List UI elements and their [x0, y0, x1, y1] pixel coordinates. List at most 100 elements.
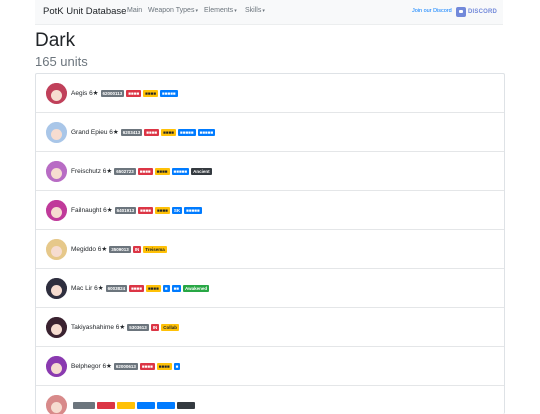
unit-tag-badge[interactable]: ■	[163, 285, 170, 292]
avatar-face	[51, 246, 62, 257]
unit-id-badge[interactable]: 62000613	[114, 363, 138, 370]
unit-id-badge[interactable]: 6203413	[121, 129, 143, 136]
unit-tag-badge[interactable]: ■■■■	[126, 90, 141, 97]
unit-tag-badge[interactable]: ■■■■	[155, 207, 170, 214]
unit-name-link[interactable]: Mac Lir 6★	[71, 284, 104, 292]
unit-id-badge[interactable]: 3509013	[109, 246, 131, 253]
discord-link[interactable]: DISCORD	[456, 6, 497, 17]
nav-skills-dropdown[interactable]: Skills▾	[245, 7, 265, 14]
unit-tag-badge[interactable]: ■■■■	[129, 285, 144, 292]
avatar-face	[51, 207, 62, 218]
unit-list-item[interactable]: Failnaught 6★6401913■■■■■■■■SK■■■■■	[36, 191, 504, 230]
unit-list-item[interactable]: Takiyashahime 6★5303613INCollab	[36, 308, 504, 347]
unit-tag-badge[interactable]: Ancient	[191, 168, 212, 175]
unit-id-badge[interactable]: 6003824	[106, 285, 128, 292]
unit-avatar[interactable]	[46, 122, 67, 143]
unit-list-item[interactable]: Aegis 6★62000113■■■■■■■■■■■■■	[36, 74, 504, 113]
unit-name-link[interactable]: Belphegor 6★	[71, 362, 112, 370]
unit-list-item[interactable]: Mac Lir 6★6003824■■■■■■■■■■■Awakened	[36, 269, 504, 308]
unit-badges: 6502723■■■■■■■■■■■■■Ancient	[112, 168, 211, 175]
unit-badges: 6203413■■■■■■■■■■■■■■■■■■	[119, 129, 215, 136]
unit-tag-badge[interactable]	[117, 402, 135, 409]
unit-tag-badge[interactable]: Awakened	[183, 285, 209, 292]
unit-list-item[interactable]: Grand Epieu 6★6203413■■■■■■■■■■■■■■■■■■	[36, 113, 504, 152]
join-discord-text[interactable]: Join our Discord	[412, 8, 452, 14]
unit-badges: 62000613■■■■■■■■■	[112, 363, 181, 370]
nav-elements-dropdown[interactable]: Elements▾	[204, 7, 237, 14]
unit-tag-badge[interactable]: IN	[151, 324, 160, 331]
unit-id-badge[interactable]: 62000113	[101, 90, 125, 97]
avatar-face	[51, 324, 62, 335]
unit-tag-badge[interactable]: ■■■■■	[178, 129, 196, 136]
unit-badges: 6401913■■■■■■■■SK■■■■■	[113, 207, 202, 214]
unit-list-item[interactable]: Megiddo 6★3509013INTreisema	[36, 230, 504, 269]
avatar-face	[51, 129, 62, 140]
nav-main-link[interactable]: Main	[127, 7, 142, 14]
unit-avatar[interactable]	[46, 278, 67, 299]
discord-icon	[456, 7, 466, 17]
unit-tag-badge[interactable]: ■■■■	[146, 285, 161, 292]
unit-name-link[interactable]: Megiddo 6★	[71, 245, 107, 253]
unit-tag-badge[interactable]: ■■■■■	[172, 168, 190, 175]
avatar-face	[51, 363, 62, 374]
unit-tag-badge[interactable]: ■■■■	[143, 90, 158, 97]
unit-tag-badge[interactable]: ■■■■	[161, 129, 176, 136]
unit-avatar[interactable]	[46, 239, 67, 260]
unit-tag-badge[interactable]: ■■■■	[144, 129, 159, 136]
page-title: Dark	[35, 30, 75, 52]
unit-tag-badge[interactable]: ■■■■	[157, 363, 172, 370]
unit-tag-badge[interactable]: ■■■■■	[160, 90, 178, 97]
top-navbar: PotK Unit Database Main Weapon Types▾ El…	[35, 0, 503, 25]
brand-link[interactable]: PotK Unit Database	[43, 6, 126, 17]
chevron-down-icon: ▾	[195, 8, 198, 14]
unit-avatar[interactable]	[46, 395, 67, 414]
unit-tag-badge[interactable]	[137, 402, 155, 409]
unit-badges: 5303613INCollab	[125, 324, 179, 331]
unit-name-link[interactable]: Takiyashahime 6★	[71, 323, 125, 331]
unit-tag-badge[interactable]: ■■■■■	[198, 129, 216, 136]
unit-badges: 6003824■■■■■■■■■■■Awakened	[104, 285, 210, 292]
unit-name-link[interactable]: Aegis 6★	[71, 89, 99, 97]
unit-tag-badge[interactable]: ■■■■	[140, 363, 155, 370]
avatar-face	[51, 285, 62, 296]
unit-tag-badge[interactable]: IN	[133, 246, 142, 253]
unit-tag-badge[interactable]: Treisema	[143, 246, 167, 253]
unit-tag-badge[interactable]: ■	[174, 363, 181, 370]
unit-avatar[interactable]	[46, 161, 67, 182]
unit-name-link[interactable]: Freischutz 6★	[71, 167, 112, 175]
unit-avatar[interactable]	[46, 200, 67, 221]
unit-tag-badge[interactable]: ■■■■■	[184, 207, 202, 214]
unit-name-link[interactable]: Failnaught 6★	[71, 206, 113, 214]
unit-id-badge[interactable]: 6401913	[115, 207, 137, 214]
unit-tag-badge[interactable]: ■■	[172, 285, 181, 292]
unit-tag-badge[interactable]: Collab	[161, 324, 179, 331]
unit-tag-badge[interactable]: ■■■■	[138, 168, 153, 175]
unit-avatar[interactable]	[46, 356, 67, 377]
chevron-down-icon: ▾	[234, 8, 237, 14]
unit-list-item[interactable]: Belphegor 6★62000613■■■■■■■■■	[36, 347, 504, 386]
unit-id-badge[interactable]	[73, 402, 95, 409]
unit-list-item[interactable]	[36, 386, 504, 414]
nav-weapon-types-dropdown[interactable]: Weapon Types▾	[148, 7, 198, 14]
unit-tag-badge[interactable]	[177, 402, 195, 409]
unit-name-link[interactable]: Grand Epieu 6★	[71, 128, 119, 136]
avatar-face	[51, 402, 62, 413]
nav-elements-label: Elements	[204, 7, 233, 14]
avatar-face	[51, 168, 62, 179]
unit-id-badge[interactable]: 6502723	[114, 168, 136, 175]
unit-tag-badge[interactable]	[97, 402, 115, 409]
unit-count: 165 units	[35, 54, 88, 69]
discord-label: DISCORD	[468, 9, 497, 15]
unit-avatar[interactable]	[46, 317, 67, 338]
chevron-down-icon: ▾	[262, 8, 265, 14]
unit-badges	[71, 402, 195, 409]
unit-list-item[interactable]: Freischutz 6★6502723■■■■■■■■■■■■■Ancient	[36, 152, 504, 191]
avatar-face	[51, 90, 62, 101]
unit-tag-badge[interactable]: ■■■■	[138, 207, 153, 214]
unit-tag-badge[interactable]: ■■■■	[155, 168, 170, 175]
unit-id-badge[interactable]: 5303613	[127, 324, 149, 331]
unit-badges: 3509013INTreisema	[107, 246, 167, 253]
unit-tag-badge[interactable]: SK	[172, 207, 182, 214]
unit-tag-badge[interactable]	[157, 402, 175, 409]
unit-avatar[interactable]	[46, 83, 67, 104]
